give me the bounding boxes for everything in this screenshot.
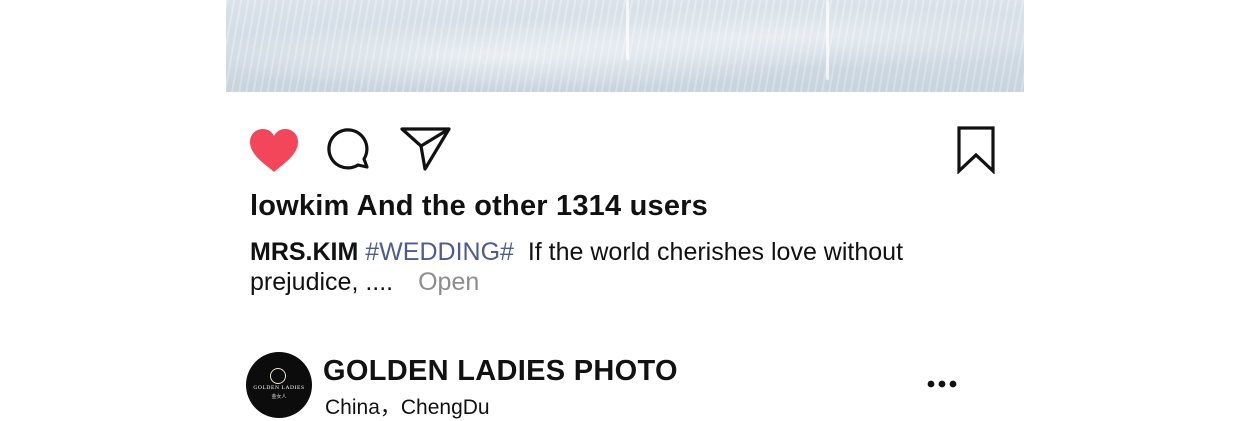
dress-fold <box>826 0 829 80</box>
heart-filled-icon[interactable] <box>248 128 300 174</box>
account-name[interactable]: GOLDEN LADIES PHOTO <box>323 355 678 388</box>
avatar-logo-sub: 金女人 <box>271 394 287 400</box>
account-location[interactable]: China，ChengDu <box>325 391 490 421</box>
avatar[interactable]: GOLDEN LADIES 金女人 <box>246 352 312 418</box>
avatar-logo-text: GOLDEN LADIES <box>253 385 305 391</box>
comment-bubble-icon[interactable] <box>326 127 374 175</box>
dress-fold <box>626 0 629 60</box>
likes-summary[interactable]: lowkim And the other 1314 users <box>250 190 708 223</box>
post-photo[interactable] <box>226 0 1024 92</box>
caption-username[interactable]: MRS.KIM <box>250 238 358 266</box>
post-caption: MRS.KIM #WEDDING# If the world cherishes… <box>250 237 950 297</box>
more-dots-icon[interactable] <box>926 378 958 390</box>
open-caption-link[interactable]: Open <box>418 268 479 296</box>
golden-ladies-logo-icon <box>270 368 286 384</box>
caption-hashtag[interactable]: #WEDDING# <box>365 238 514 266</box>
bookmark-icon[interactable] <box>956 126 996 174</box>
paper-plane-icon[interactable] <box>400 126 452 172</box>
